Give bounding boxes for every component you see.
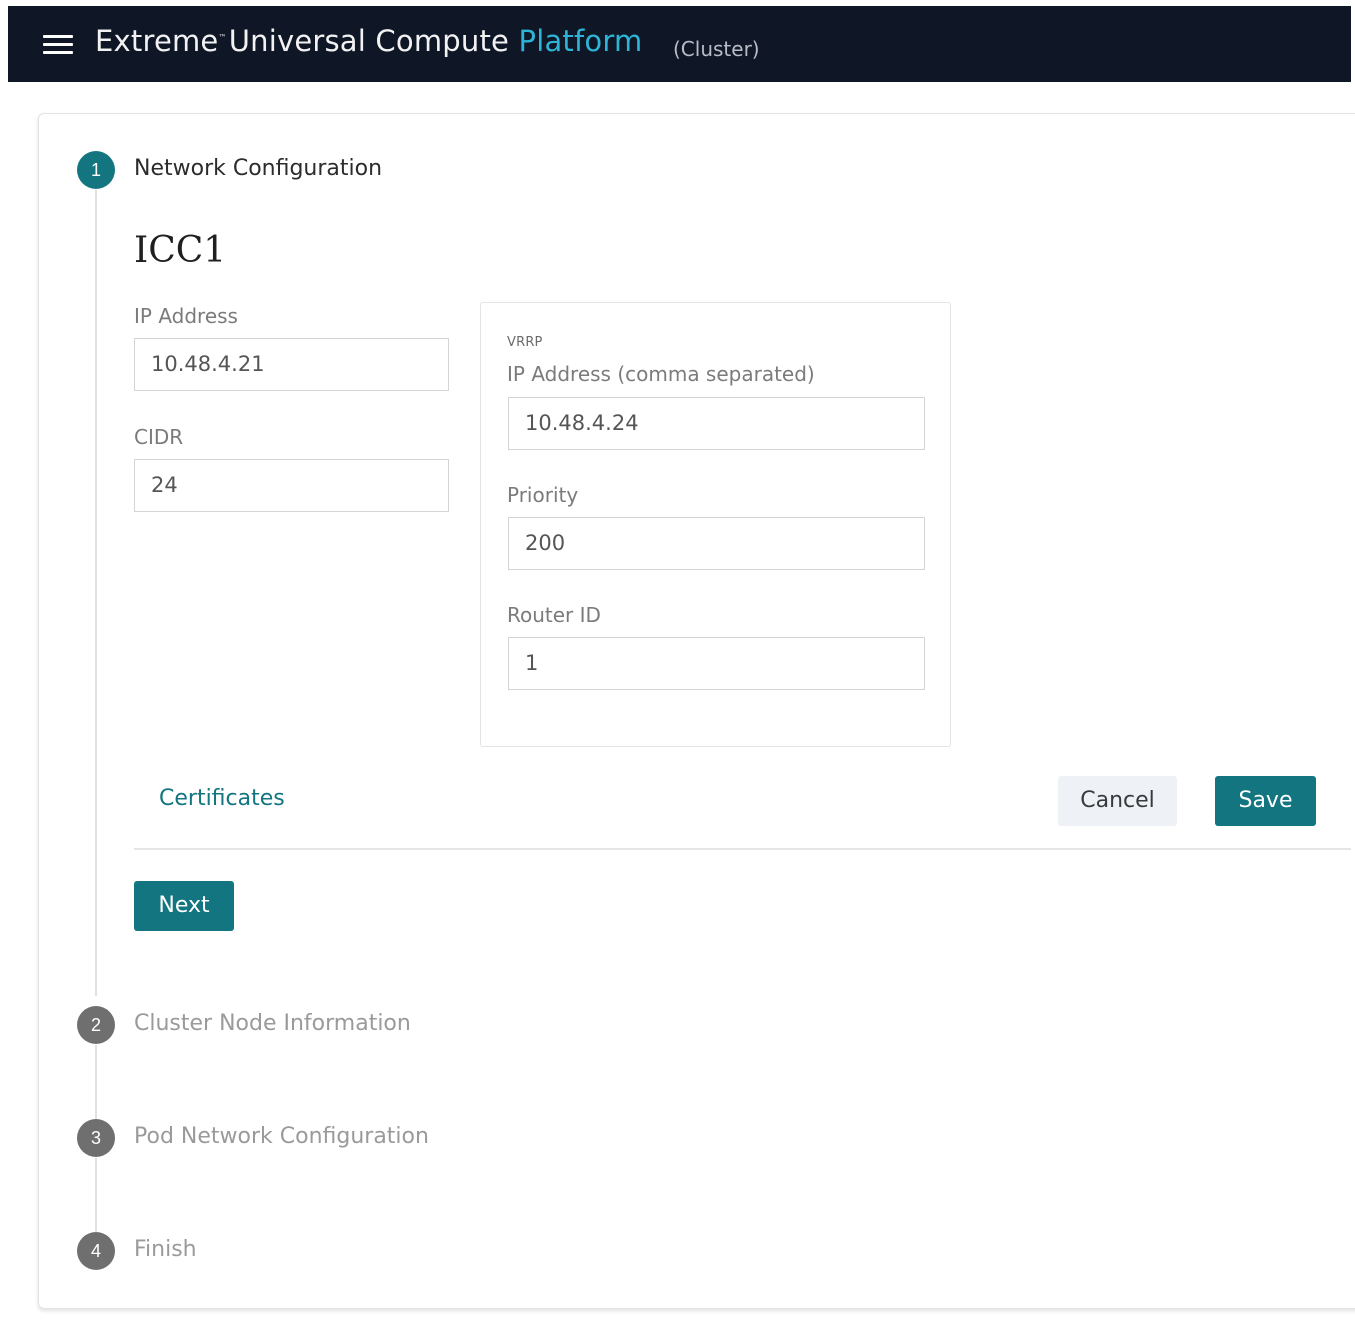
section-title: ICC1 [134, 230, 227, 271]
brand-name: Extreme [95, 24, 219, 58]
stepper-connector [95, 1045, 97, 1119]
divider [134, 848, 1351, 850]
cancel-button[interactable]: Cancel [1058, 776, 1177, 826]
vrrp-ip-address-input[interactable]: 10.48.4.24 [508, 397, 925, 450]
brand-product: Universal Compute [228, 24, 510, 58]
brand-accent: Platform [518, 24, 643, 58]
step-2-label[interactable]: Cluster Node Information [134, 1011, 411, 1036]
ip-address-label: IP Address [134, 304, 238, 328]
next-button[interactable]: Next [134, 881, 234, 931]
step-4-label[interactable]: Finish [134, 1237, 197, 1262]
priority-input[interactable]: 200 [508, 517, 925, 570]
cidr-input[interactable]: 24 [134, 459, 449, 512]
ip-address-input[interactable]: 10.48.4.21 [134, 338, 449, 391]
cidr-label: CIDR [134, 425, 184, 449]
step-1-indicator: 1 [77, 151, 115, 189]
scope-label: (Cluster) [673, 37, 760, 61]
save-button[interactable]: Save [1215, 776, 1316, 826]
router-id-label: Router ID [507, 603, 601, 627]
priority-label: Priority [507, 483, 579, 507]
step-1-label[interactable]: Network Configuration [134, 156, 382, 181]
stepper-connector [95, 1158, 97, 1232]
step-2-indicator: 2 [77, 1006, 115, 1044]
certificates-link[interactable]: Certificates [159, 786, 285, 811]
top-navigation-bar: Extreme™Universal Compute Platform (Clus… [8, 6, 1351, 82]
hamburger-menu-icon[interactable] [43, 33, 75, 57]
step-3-indicator: 3 [77, 1119, 115, 1157]
stepper-connector [95, 190, 97, 996]
trademark-mark: ™ [218, 33, 227, 43]
step-4-indicator: 4 [77, 1232, 115, 1270]
step-3-label[interactable]: Pod Network Configuration [134, 1124, 429, 1149]
app-title: Extreme™Universal Compute Platform [95, 24, 642, 58]
vrrp-ip-address-label: IP Address (comma separated) [507, 362, 815, 386]
router-id-input[interactable]: 1 [508, 637, 925, 690]
vrrp-caption: VRRP [507, 335, 543, 350]
